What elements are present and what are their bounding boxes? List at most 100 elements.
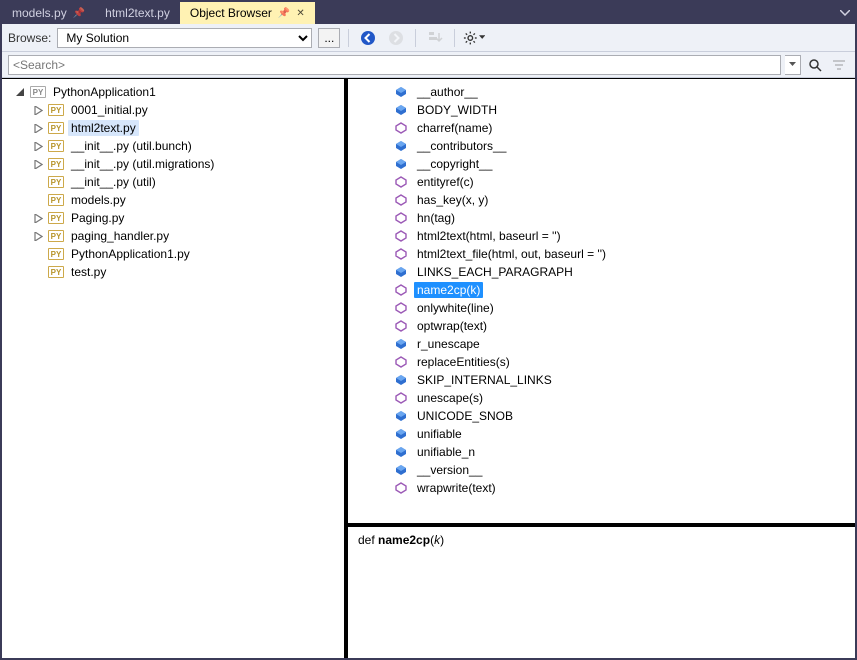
tree-file-node[interactable]: PY paging_handler.py <box>6 227 344 245</box>
member-item[interactable]: __copyright__ <box>348 155 855 173</box>
tree-item-label: html2text.py <box>68 120 139 136</box>
tree-item-label: PythonApplication1.py <box>68 246 193 262</box>
browse-scope-select[interactable]: My Solution <box>57 28 312 48</box>
member-label: name2cp(k) <box>414 282 483 298</box>
member-list-pane[interactable]: __author__BODY_WIDTHcharref(name)__contr… <box>348 79 855 523</box>
collapse-icon[interactable] <box>14 86 26 98</box>
expand-icon[interactable] <box>32 158 44 170</box>
member-label: html2text_file(html, out, baseurl = '') <box>414 246 609 262</box>
search-dropdown-button[interactable] <box>785 55 801 75</box>
tree-item-label: Paging.py <box>68 210 127 226</box>
member-label: html2text(html, baseurl = '') <box>414 228 564 244</box>
category-filter-icon[interactable] <box>829 55 849 75</box>
separator <box>454 29 455 47</box>
member-item[interactable]: charref(name) <box>348 119 855 137</box>
tree-file-node[interactable]: PYhtml2text.py <box>6 119 344 137</box>
field-icon <box>394 265 408 279</box>
field-icon <box>394 103 408 117</box>
member-label: hn(tag) <box>414 210 458 226</box>
pin-icon[interactable]: 📌 <box>278 8 290 19</box>
member-item[interactable]: __author__ <box>348 83 855 101</box>
tree-item-label: PythonApplication1 <box>50 84 159 100</box>
tab-object-browser[interactable]: Object Browser 📌 ✕ <box>180 2 315 24</box>
member-item[interactable]: __contributors__ <box>348 137 855 155</box>
member-item[interactable]: unescape(s) <box>348 389 855 407</box>
tree-file-node[interactable]: PY __init__.py (util.migrations) <box>6 155 344 173</box>
member-item[interactable]: SKIP_INTERNAL_LINKS <box>348 371 855 389</box>
tree-file-node[interactable]: PYmodels.py <box>6 191 344 209</box>
tree-item-label: __init__.py (util.bunch) <box>68 138 195 154</box>
member-item[interactable]: LINKS_EACH_PARAGRAPH <box>348 263 855 281</box>
back-button[interactable] <box>357 27 379 49</box>
member-label: __copyright__ <box>414 156 495 172</box>
tree-file-node[interactable]: PYtest.py <box>6 263 344 281</box>
python-file-icon: PY <box>48 211 64 225</box>
member-item[interactable]: BODY_WIDTH <box>348 101 855 119</box>
tree-item-label: 0001_initial.py <box>68 102 151 118</box>
python-file-icon: PY <box>48 157 64 171</box>
expand-icon[interactable] <box>32 104 44 116</box>
search-bar <box>2 52 855 78</box>
member-label: unescape(s) <box>414 390 486 406</box>
python-file-icon: PY <box>48 139 64 153</box>
settings-button[interactable] <box>463 27 485 49</box>
expand-icon[interactable] <box>32 230 44 242</box>
method-icon <box>394 391 408 405</box>
object-browser-toolbar: Browse: My Solution ... <box>2 24 855 52</box>
search-icon[interactable] <box>805 55 825 75</box>
member-label: r_unescape <box>414 336 483 352</box>
member-item[interactable]: replaceEntities(s) <box>348 353 855 371</box>
tree-file-node[interactable]: PY PythonApplication1.py <box>6 245 344 263</box>
member-label: LINKS_EACH_PARAGRAPH <box>414 264 576 280</box>
member-label: has_key(x, y) <box>414 192 491 208</box>
member-item[interactable]: html2text(html, baseurl = '') <box>348 227 855 245</box>
tab-overflow-menu[interactable] <box>835 2 855 24</box>
member-item[interactable]: unifiable_n <box>348 443 855 461</box>
member-item[interactable]: entityref(c) <box>348 173 855 191</box>
member-item[interactable]: has_key(x, y) <box>348 191 855 209</box>
tree-file-node[interactable]: PY__init__.py (util) <box>6 173 344 191</box>
member-item[interactable]: optwrap(text) <box>348 317 855 335</box>
member-item[interactable]: unifiable <box>348 425 855 443</box>
field-icon <box>394 373 408 387</box>
member-item[interactable]: name2cp(k) <box>348 281 855 299</box>
member-item[interactable]: onlywhite(line) <box>348 299 855 317</box>
expand-icon[interactable] <box>32 212 44 224</box>
tree-item-label: paging_handler.py <box>68 228 172 244</box>
browse-label: Browse: <box>8 31 51 45</box>
field-icon <box>394 139 408 153</box>
tree-item-label: test.py <box>68 264 109 280</box>
tab-models[interactable]: models.py 📌 <box>2 2 95 24</box>
member-label: __version__ <box>414 462 485 478</box>
pin-icon[interactable]: 📌 <box>73 8 85 19</box>
tab-label: Object Browser <box>190 6 272 20</box>
member-item[interactable]: wrapwrite(text) <box>348 479 855 497</box>
search-input[interactable] <box>8 55 781 75</box>
browse-scope-edit-button[interactable]: ... <box>318 28 340 48</box>
method-icon <box>394 175 408 189</box>
method-icon <box>394 283 408 297</box>
member-label: replaceEntities(s) <box>414 354 513 370</box>
tree-item-label: __init__.py (util.migrations) <box>68 156 217 172</box>
tree-file-node[interactable]: PY0001_initial.py <box>6 101 344 119</box>
member-item[interactable]: hn(tag) <box>348 209 855 227</box>
member-item[interactable]: r_unescape <box>348 335 855 353</box>
field-icon <box>394 85 408 99</box>
python-file-icon: PY <box>48 229 64 243</box>
tree-file-node[interactable]: PY __init__.py (util.bunch) <box>6 137 344 155</box>
tree-file-node[interactable]: PY Paging.py <box>6 209 344 227</box>
close-icon[interactable]: ✕ <box>296 8 304 19</box>
member-label: BODY_WIDTH <box>414 102 500 118</box>
field-icon <box>394 445 408 459</box>
member-item[interactable]: UNICODE_SNOB <box>348 407 855 425</box>
member-item[interactable]: html2text_file(html, out, baseurl = '') <box>348 245 855 263</box>
method-icon <box>394 355 408 369</box>
expand-icon[interactable] <box>32 140 44 152</box>
member-item[interactable]: __version__ <box>348 461 855 479</box>
member-label: onlywhite(line) <box>414 300 497 316</box>
expand-icon[interactable] <box>32 122 44 134</box>
python-file-icon: PY <box>48 247 64 261</box>
namespace-tree-pane[interactable]: PYPythonApplication1PY0001_initial.pyPYh… <box>2 79 348 658</box>
tree-project-node[interactable]: PYPythonApplication1 <box>6 83 344 101</box>
tab-html2text[interactable]: html2text.py <box>95 2 180 24</box>
